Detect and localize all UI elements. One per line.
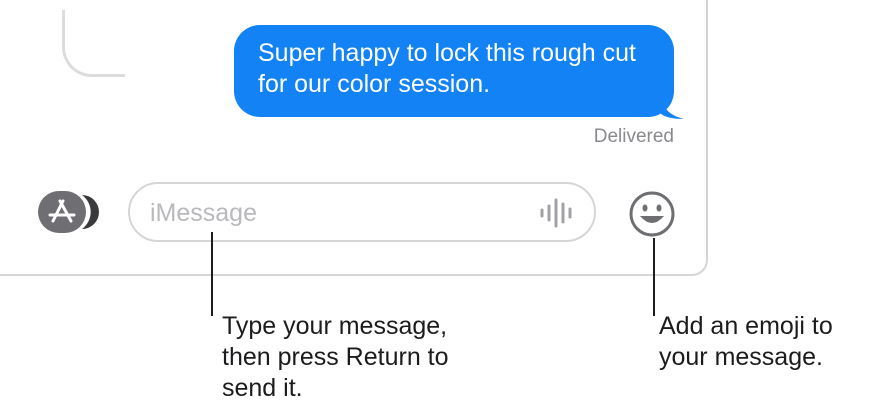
callout-message-line-3: send it. (222, 374, 303, 402)
bubble-tail (660, 93, 684, 119)
message-input[interactable]: iMessage (128, 182, 596, 242)
previous-message-bubble (62, 10, 125, 77)
callout-message-line-1: Type your message, (222, 312, 448, 340)
callout-message-line-2: then press Return to (222, 343, 449, 371)
callout-emoji: Add an emoji to your message. (659, 311, 833, 373)
callout-line-emoji (653, 238, 655, 316)
input-placeholder: iMessage (150, 199, 257, 227)
callout-message-field: Type your message, then press Return to … (222, 311, 449, 404)
audio-waveform-icon[interactable] (538, 198, 578, 228)
delivery-status: Delivered (593, 126, 674, 147)
smiley-face-icon[interactable] (628, 190, 676, 238)
callout-line-message (211, 232, 213, 316)
callout-emoji-line-2: your message. (659, 343, 823, 371)
sent-message-bubble[interactable]: Super happy to lock this rough cut for o… (234, 25, 684, 119)
message-text: Super happy to lock this rough cut for o… (258, 39, 637, 98)
callout-emoji-line-1: Add an emoji to (659, 312, 833, 340)
app-store-icon[interactable] (38, 191, 102, 233)
